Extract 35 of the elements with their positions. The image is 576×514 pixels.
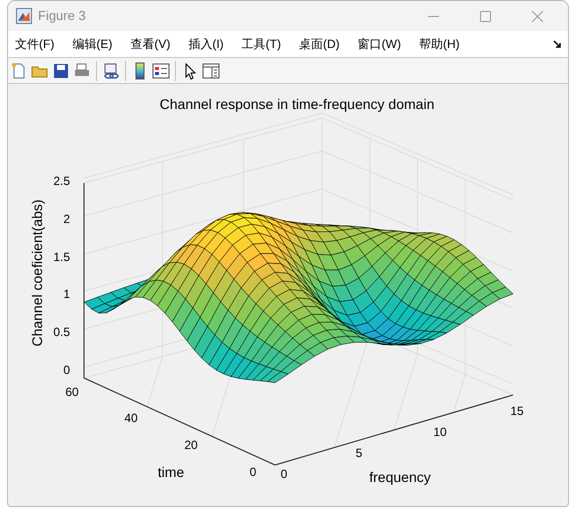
tick-label: 10: [433, 425, 447, 439]
menu-item[interactable]: 插入(I): [188, 35, 224, 53]
menu-item[interactable]: 文件(F): [15, 35, 54, 53]
tick-label: 15: [510, 404, 524, 418]
tick-label: 5: [356, 446, 362, 460]
tick-label: 60: [65, 385, 79, 399]
menu-item[interactable]: 桌面(D): [298, 35, 340, 53]
overflow-arrow-icon[interactable]: [553, 40, 562, 48]
menu-item[interactable]: 查看(V): [130, 35, 170, 53]
menu-item[interactable]: 编辑(E): [72, 35, 112, 53]
tick-label: 0: [63, 363, 70, 377]
tick-label: 1: [63, 287, 70, 301]
plot-title: Channel response in time-frequency domain: [160, 96, 434, 112]
axis-label: time: [158, 464, 184, 480]
tick-label: 2.5: [53, 174, 70, 188]
close-icon: [532, 10, 542, 22]
tick-label: 2: [63, 212, 70, 226]
menu-item[interactable]: 窗口(W): [358, 35, 401, 53]
menu-item[interactable]: 帮助(H): [418, 35, 460, 53]
maximize-icon: [480, 10, 490, 22]
app-logo-icon: [16, 8, 32, 24]
tick-label: 1.5: [53, 250, 70, 264]
tick-label: 0: [250, 465, 256, 479]
property-panel-icon[interactable]: [202, 62, 220, 80]
menu-item[interactable]: 工具(T): [242, 35, 281, 53]
tick-label: 0: [280, 467, 288, 481]
link-icon[interactable]: [102, 62, 120, 80]
legend-icon[interactable]: [152, 62, 170, 80]
tick-label: 20: [184, 438, 198, 452]
axis-label: Channel coeficient(abs): [29, 199, 45, 347]
window-title: Figure 3: [38, 7, 86, 26]
axis-label: frequency: [369, 469, 431, 485]
tick-label: 0.5: [53, 325, 70, 339]
save-icon[interactable]: [52, 62, 70, 80]
tick-label: 40: [124, 411, 138, 425]
